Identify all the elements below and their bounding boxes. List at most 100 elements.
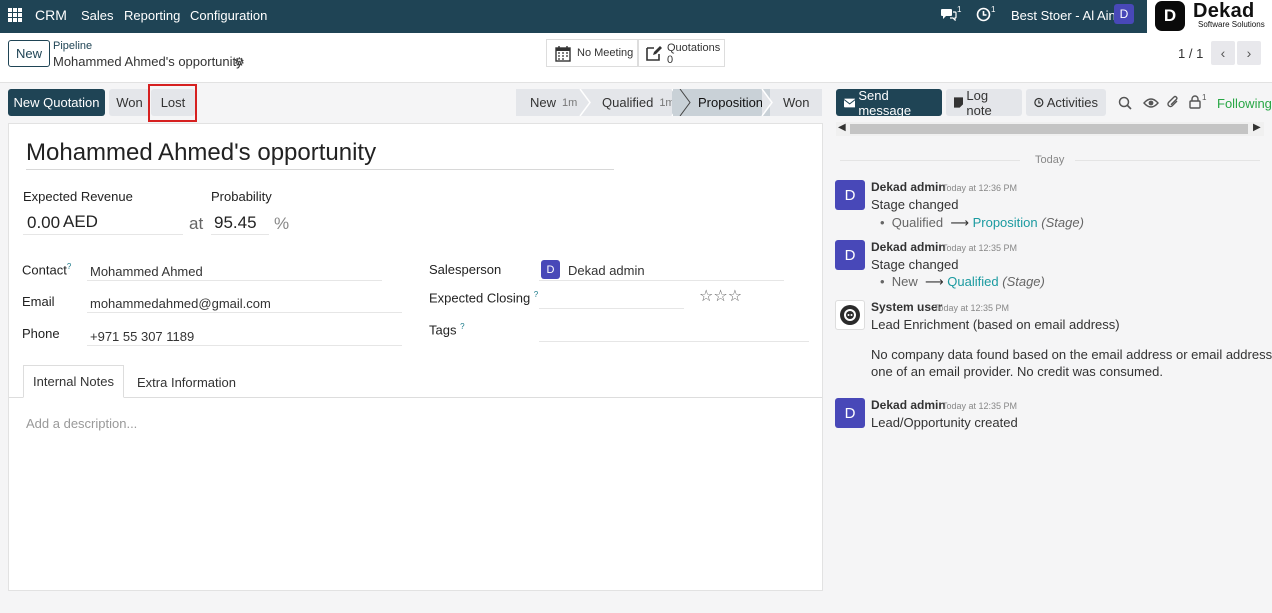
star-icon[interactable]: ☆ bbox=[713, 288, 727, 305]
phone-value: +971 55 307 1189 bbox=[90, 329, 195, 344]
expected-revenue-value: 0.00 bbox=[27, 213, 61, 232]
contact-label: Contact? bbox=[22, 262, 71, 277]
breadcrumb-pipeline[interactable]: Pipeline bbox=[53, 40, 92, 52]
expected-closing-label: Expected Closing ? bbox=[429, 290, 538, 305]
message-body-line1: No company data found based on the email… bbox=[871, 347, 1272, 362]
contact-label-text: Contact bbox=[22, 262, 67, 278]
new-quotation-button[interactable]: New Quotation bbox=[8, 89, 105, 116]
menu-sales[interactable]: Sales bbox=[81, 8, 114, 23]
email-value: mohammedahmed@gmail.com bbox=[90, 296, 271, 311]
message-author[interactable]: Dekad admin bbox=[871, 240, 946, 254]
tracking-field: (Stage) bbox=[1002, 274, 1045, 289]
company-switcher[interactable]: Best Stoer - Al Ain bbox=[1011, 8, 1116, 23]
lock-icon[interactable] bbox=[1189, 95, 1201, 109]
salesperson-label: Salesperson bbox=[429, 262, 502, 277]
pager-value[interactable]: 1 / 1 bbox=[1178, 46, 1203, 61]
pager-previous-icon[interactable]: ‹ bbox=[1211, 41, 1235, 65]
expected-closing-field[interactable] bbox=[539, 289, 684, 309]
message-author[interactable]: System user bbox=[871, 300, 942, 314]
scroll-left-icon[interactable]: ◀ bbox=[838, 122, 846, 133]
tracking-field: (Stage) bbox=[1041, 215, 1084, 230]
activities-count: 1 bbox=[991, 5, 996, 14]
followers-count: 1 bbox=[1202, 93, 1207, 102]
tracking-value: • New ⟶ Qualified (Stage) bbox=[880, 274, 1045, 289]
message-author[interactable]: Dekad admin bbox=[871, 180, 946, 194]
system-bot-avatar[interactable] bbox=[835, 300, 865, 330]
clock-icon bbox=[976, 7, 991, 22]
meeting-label: No Meeting bbox=[577, 47, 634, 59]
expected-closing-help[interactable]: ? bbox=[534, 290, 538, 299]
message-avatar[interactable]: D bbox=[835, 180, 865, 210]
won-button[interactable]: Won bbox=[109, 89, 150, 116]
tab-internal-notes[interactable]: Internal Notes bbox=[23, 365, 124, 398]
scroll-right-icon[interactable]: ▶ bbox=[1253, 122, 1261, 133]
salesperson-field[interactable]: D Dekad admin bbox=[539, 259, 784, 281]
expected-revenue-label: Expected Revenue bbox=[23, 189, 133, 204]
percent-label: % bbox=[274, 214, 290, 233]
message-body-line2: one of an email provider. No credit was … bbox=[871, 364, 1163, 379]
expected-revenue-field[interactable]: 0.00 AED bbox=[23, 211, 183, 235]
send-message-label: Send message bbox=[858, 87, 912, 118]
new-button[interactable]: New bbox=[8, 40, 50, 67]
star-icon[interactable]: ☆ bbox=[728, 288, 742, 305]
tags-label: Tags ? bbox=[429, 322, 465, 337]
message-text: Lead/Opportunity created bbox=[871, 415, 1018, 430]
scroll-thumb[interactable] bbox=[850, 124, 1248, 134]
user-avatar[interactable]: D bbox=[1114, 4, 1134, 24]
message-author[interactable]: Dekad admin bbox=[871, 398, 946, 412]
eye-icon[interactable] bbox=[1143, 97, 1159, 109]
phone-field[interactable]: +971 55 307 1189 bbox=[87, 326, 402, 346]
horizontal-scrollbar[interactable]: ◀ ▶ bbox=[836, 122, 1264, 136]
menu-reporting[interactable]: Reporting bbox=[124, 8, 180, 23]
paperclip-icon[interactable] bbox=[1166, 95, 1180, 110]
activities-label: Activities bbox=[1046, 95, 1098, 110]
log-note-button[interactable]: Log note bbox=[946, 88, 1022, 118]
tags-label-text: Tags bbox=[429, 322, 457, 338]
priority-stars[interactable]: ☆☆☆ bbox=[699, 286, 742, 306]
tracking-new: Qualified bbox=[947, 274, 999, 289]
breadcrumb-current: Mohammed Ahmed's opportunity bbox=[53, 54, 243, 69]
message-avatar[interactable]: D bbox=[835, 240, 865, 270]
email-field[interactable]: mohammedahmed@gmail.com bbox=[87, 293, 402, 313]
following-button[interactable]: Following bbox=[1217, 96, 1272, 111]
message-time: Today at 12:36 PM bbox=[942, 183, 1018, 193]
chat-icon bbox=[941, 9, 957, 22]
tags-help[interactable]: ? bbox=[460, 322, 464, 331]
currency-value: AED bbox=[63, 212, 98, 231]
probability-field[interactable]: 95.45 bbox=[211, 211, 269, 235]
star-icon[interactable]: ☆ bbox=[699, 288, 713, 305]
tab-extra-information[interactable]: Extra Information bbox=[137, 375, 236, 390]
menu-configuration[interactable]: Configuration bbox=[190, 8, 267, 23]
quotations-smart-button[interactable]: Quotations 0 bbox=[638, 39, 725, 67]
form-sheet: Mohammed Ahmed's opportunity Expected Re… bbox=[8, 123, 823, 591]
app-brand[interactable]: CRM bbox=[35, 7, 67, 23]
pager-next-icon[interactable]: › bbox=[1237, 41, 1261, 65]
gear-icon[interactable]: ⚙ bbox=[234, 55, 245, 69]
description-input[interactable]: Add a description... bbox=[26, 416, 137, 431]
email-label: Email bbox=[22, 294, 55, 309]
message-avatar[interactable]: D bbox=[835, 398, 865, 428]
chatter-panel: Send message Log note Activities 1 Follo… bbox=[830, 83, 1272, 613]
meeting-smart-button[interactable]: No Meeting bbox=[546, 39, 638, 67]
message-time: Today at 12:35 PM bbox=[942, 243, 1018, 253]
contact-field[interactable]: Mohammed Ahmed bbox=[87, 261, 382, 281]
search-icon[interactable] bbox=[1118, 96, 1132, 110]
logo-subtitle: Software Solutions bbox=[1198, 20, 1265, 29]
activities-button[interactable]: 1 bbox=[976, 5, 995, 25]
messages-button[interactable]: 1 bbox=[941, 5, 961, 24]
send-message-button[interactable]: Send message bbox=[836, 87, 942, 118]
message-time: Today at 12:35 PM bbox=[942, 401, 1018, 411]
tracking-new: Proposition bbox=[972, 215, 1038, 230]
message-time: Today at 12:35 PM bbox=[934, 303, 1010, 313]
opportunity-title[interactable]: Mohammed Ahmed's opportunity bbox=[26, 139, 614, 170]
today-divider-right bbox=[1075, 160, 1260, 161]
at-label: at bbox=[189, 214, 204, 233]
lost-button-highlight bbox=[148, 84, 197, 122]
contact-help[interactable]: ? bbox=[67, 262, 71, 271]
probability-value: 95.45 bbox=[214, 213, 257, 232]
tags-field[interactable] bbox=[539, 322, 809, 342]
apps-menu-icon[interactable] bbox=[8, 8, 22, 22]
activities-chatter-button[interactable]: Activities bbox=[1026, 89, 1106, 116]
salesperson-avatar: D bbox=[541, 260, 560, 279]
today-divider-left bbox=[840, 160, 1020, 161]
